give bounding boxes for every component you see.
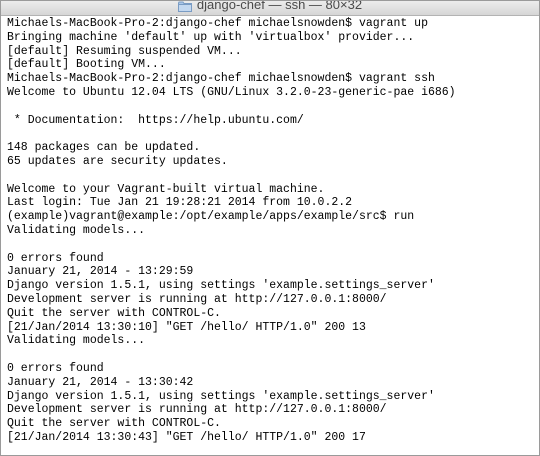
terminal-line: [21/Jan/2014 13:30:10] "GET /hello/ HTTP… [7, 320, 366, 334]
terminal-line: Michaels-MacBook-Pro-2:django-chef micha… [7, 72, 435, 86]
terminal-line: Welcome to Ubuntu 12.04 LTS (GNU/Linux 3… [7, 85, 456, 99]
terminal-line: Quit the server with CONTROL-C. [7, 306, 221, 320]
terminal-line: Michaels-MacBook-Pro-2:django-chef micha… [7, 17, 428, 30]
terminal-line: Welcome to your Vagrant-built virtual ma… [7, 182, 325, 196]
terminal-line: 65 updates are security updates. [7, 154, 228, 168]
terminal-line: Validating models... [7, 223, 146, 237]
terminal-line: Bringing machine 'default' up with 'virt… [7, 30, 415, 44]
title-wrap: django-chef — ssh — 80×32 [177, 0, 363, 12]
terminal-line: Django version 1.5.1, using settings 'ex… [7, 389, 435, 403]
terminal-line: [default] Booting VM... [7, 58, 166, 72]
terminal-line: [default] Resuming suspended VM... [7, 44, 242, 58]
folder-icon [177, 1, 192, 12]
terminal-line: [21/Jan/2014 13:30:43] "GET /hello/ HTTP… [7, 430, 366, 444]
title-bar[interactable]: django-chef — ssh — 80×32 [1, 1, 539, 16]
terminal-line: Last login: Tue Jan 21 19:28:21 2014 fro… [7, 196, 353, 210]
terminal-line: Development server is running at http://… [7, 403, 387, 417]
window-title: django-chef — ssh — 80×32 [196, 0, 363, 12]
terminal-line: (example)vagrant@example:/opt/example/ap… [7, 210, 415, 224]
terminal-output[interactable]: Michaels-MacBook-Pro-2:django-chef micha… [7, 17, 535, 455]
terminal-line: January 21, 2014 - 13:30:42 [7, 375, 194, 389]
terminal-line: 0 errors found [7, 251, 104, 265]
terminal-line: Django version 1.5.1, using settings 'ex… [7, 279, 435, 293]
terminal-line: Quit the server with CONTROL-C. [7, 417, 221, 431]
terminal-line: 148 packages can be updated. [7, 141, 201, 155]
terminal-line: Development server is running at http://… [7, 292, 387, 306]
terminal-line: Validating models... [7, 334, 146, 348]
terminal-line: * Documentation: https://help.ubuntu.com… [7, 113, 304, 127]
terminal-line: 0 errors found [7, 361, 104, 375]
terminal-line: January 21, 2014 - 13:29:59 [7, 265, 194, 279]
terminal-window: django-chef — ssh — 80×32 Michaels-MacBo… [0, 0, 540, 456]
